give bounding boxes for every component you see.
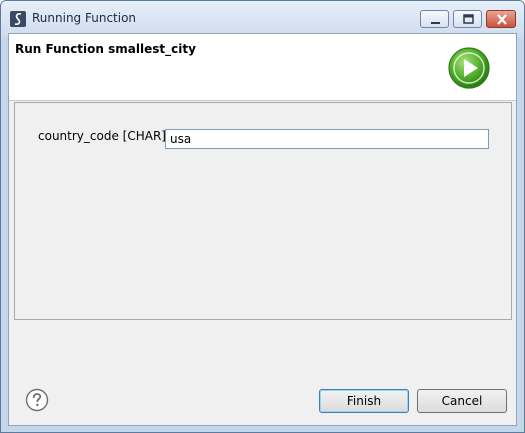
help-icon[interactable]: [25, 388, 49, 412]
finish-button[interactable]: Finish: [319, 389, 409, 413]
run-icon: [448, 47, 490, 89]
close-icon: [497, 14, 507, 25]
country-code-label: country_code [CHAR]: [38, 129, 166, 143]
parameters-group: country_code [CHAR]: [14, 102, 512, 320]
close-button[interactable]: [486, 10, 516, 28]
header-banner: Run Function smallest_city: [9, 34, 516, 101]
maximize-icon: [463, 14, 474, 24]
minimize-icon: [431, 22, 440, 24]
cancel-button[interactable]: Cancel: [417, 389, 507, 413]
dialog-client-area: Run Function smallest_city country_code …: [8, 33, 517, 426]
title-bar[interactable]: Running Function: [1, 1, 524, 37]
country-code-input[interactable]: [165, 129, 489, 149]
window-title: Running Function: [32, 11, 137, 25]
dialog-window: Running Function Run Function smallest_c…: [0, 0, 525, 433]
minimize-button[interactable]: [420, 10, 449, 28]
app-icon: [10, 11, 26, 27]
page-title: Run Function smallest_city: [15, 42, 196, 56]
maximize-button[interactable]: [453, 10, 482, 28]
